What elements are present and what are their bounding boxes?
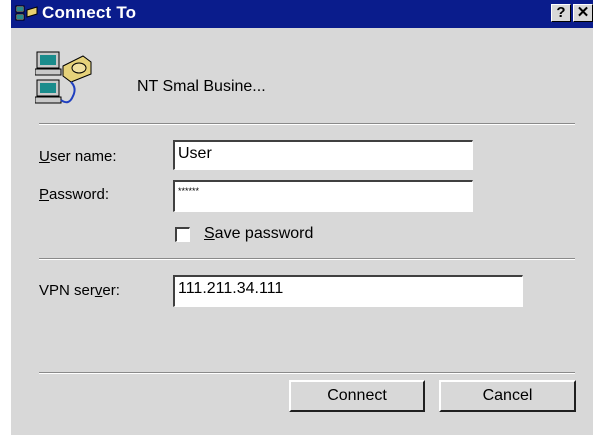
password-label: Password:	[39, 186, 110, 203]
save-password-label[interactable]: Save password	[204, 225, 313, 243]
connection-name: NT Smal Busine...	[137, 78, 266, 95]
cancel-button[interactable]: Cancel	[439, 380, 576, 412]
password-field[interactable]: ******	[173, 180, 473, 212]
user-name-label: User name:	[39, 148, 117, 165]
user-name-field[interactable]: User	[173, 140, 473, 170]
question-mark-icon: ?	[556, 4, 566, 21]
connect-button[interactable]: Connect	[289, 380, 425, 412]
vpn-server-label: VPN server:	[39, 282, 120, 299]
separator	[39, 258, 575, 260]
close-button[interactable]: ✕	[573, 4, 593, 22]
network-connection-icon	[15, 5, 39, 23]
title-bar[interactable]: Connect To ? ✕	[11, 0, 593, 28]
separator	[39, 372, 575, 374]
close-icon: ✕	[576, 4, 590, 21]
vpn-server-field[interactable]: 111.211.34.111	[173, 275, 523, 307]
window-title: Connect To	[42, 3, 137, 22]
help-button[interactable]: ?	[551, 4, 571, 22]
connect-to-dialog: Connect To ? ✕ NT Smal Busine... User na…	[10, 0, 593, 435]
dial-up-computers-icon	[34, 48, 93, 112]
separator	[39, 123, 575, 125]
save-password-checkbox[interactable]	[175, 227, 190, 242]
